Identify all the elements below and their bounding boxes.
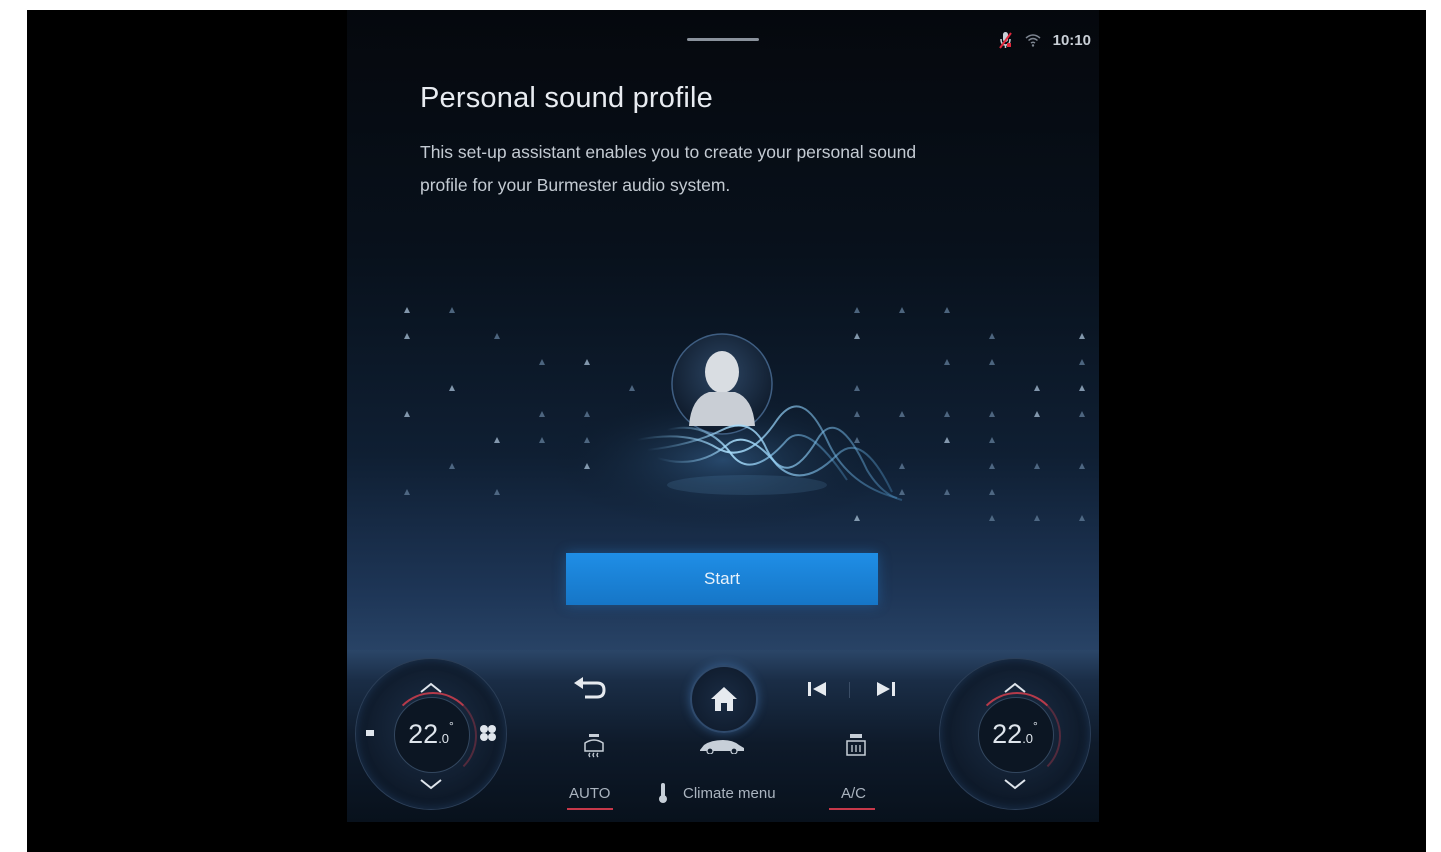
user-profile-icon (671, 333, 773, 435)
sound-dot (494, 333, 500, 339)
sound-dot (989, 359, 995, 365)
home-button[interactable] (690, 665, 758, 733)
thermometer-icon (659, 783, 667, 803)
sound-dot (1079, 515, 1085, 521)
sound-dot (989, 411, 995, 417)
sound-dot (584, 411, 590, 417)
sound-dot (854, 333, 860, 339)
sound-dot (854, 385, 860, 391)
sound-dot (989, 463, 995, 469)
sound-dot (539, 411, 545, 417)
sound-dot (1034, 385, 1040, 391)
sound-dot (494, 437, 500, 443)
mic-muted-icon (998, 31, 1013, 49)
sound-dot (539, 359, 545, 365)
sound-dot (1079, 411, 1085, 417)
sound-dot (854, 515, 860, 521)
home-icon (711, 687, 737, 711)
sound-dot (944, 411, 950, 417)
sound-dot (449, 463, 455, 469)
sound-dot (944, 307, 950, 313)
sound-dot (539, 437, 545, 443)
rear-defrost-icon[interactable] (581, 733, 607, 759)
left-temp-value: 22.0° (408, 719, 454, 749)
sound-dot (1079, 463, 1085, 469)
fan-high-icon[interactable] (478, 723, 498, 743)
right-temp-value: 22.0° (992, 719, 1038, 749)
ac-label[interactable]: A/C (841, 785, 866, 802)
infotainment-screen: 10:10 Personal sound profile This set-up… (347, 10, 1099, 822)
sound-dot (989, 333, 995, 339)
auto-active-indicator (567, 808, 613, 810)
sound-dot (404, 307, 410, 313)
back-arrow-icon[interactable] (571, 677, 607, 703)
right-temp-down-icon[interactable] (1002, 777, 1028, 791)
media-divider (849, 682, 850, 698)
sound-dot (944, 489, 950, 495)
sound-dot (404, 489, 410, 495)
sound-wave-graphic (404, 307, 1085, 530)
sound-dot (899, 411, 905, 417)
sound-dot (1034, 411, 1040, 417)
start-button[interactable]: Start (566, 553, 878, 605)
sound-dot (404, 411, 410, 417)
right-temperature-dial[interactable]: 22.0° (939, 658, 1091, 810)
sound-profile-illustration (347, 280, 1099, 550)
skip-previous-icon[interactable] (806, 680, 828, 698)
sound-dot (899, 489, 905, 495)
sound-dot (449, 307, 455, 313)
dot-field-right (854, 307, 1085, 521)
sound-dot (494, 489, 500, 495)
sound-dot (944, 437, 950, 443)
sound-dot (1034, 515, 1040, 521)
left-temperature-dial[interactable]: 22.0° (355, 658, 507, 810)
sound-dot (944, 359, 950, 365)
front-defrost-icon[interactable] (843, 733, 869, 759)
sound-dot (1079, 359, 1085, 365)
sound-dot (629, 385, 635, 391)
sound-dot (989, 489, 995, 495)
page-title: Personal sound profile (420, 82, 713, 114)
clock: 10:10 (1052, 31, 1091, 49)
sound-dot (989, 437, 995, 443)
sound-dot (584, 359, 590, 365)
sound-dot (449, 385, 455, 391)
sound-dot (854, 307, 860, 313)
sound-dot (854, 411, 860, 417)
drag-handle[interactable] (687, 38, 759, 41)
page-description: This set-up assistant enables you to cre… (420, 142, 917, 195)
sound-dot (899, 463, 905, 469)
ac-active-indicator (829, 808, 875, 810)
car-climate-icon[interactable] (697, 738, 747, 754)
wifi-icon (1025, 33, 1041, 47)
auto-label[interactable]: AUTO (569, 785, 610, 802)
fan-low-icon[interactable] (360, 723, 380, 743)
sound-dot (989, 515, 995, 521)
status-bar: 10:10 (998, 30, 1091, 50)
sound-dot (1034, 463, 1040, 469)
sound-dot (1079, 333, 1085, 339)
climate-menu-button[interactable]: Climate menu (683, 785, 776, 802)
left-temp-down-icon[interactable] (418, 777, 444, 791)
sound-dot (899, 307, 905, 313)
skip-next-icon[interactable] (875, 680, 897, 698)
sound-dot (404, 333, 410, 339)
sound-dot (1079, 385, 1085, 391)
